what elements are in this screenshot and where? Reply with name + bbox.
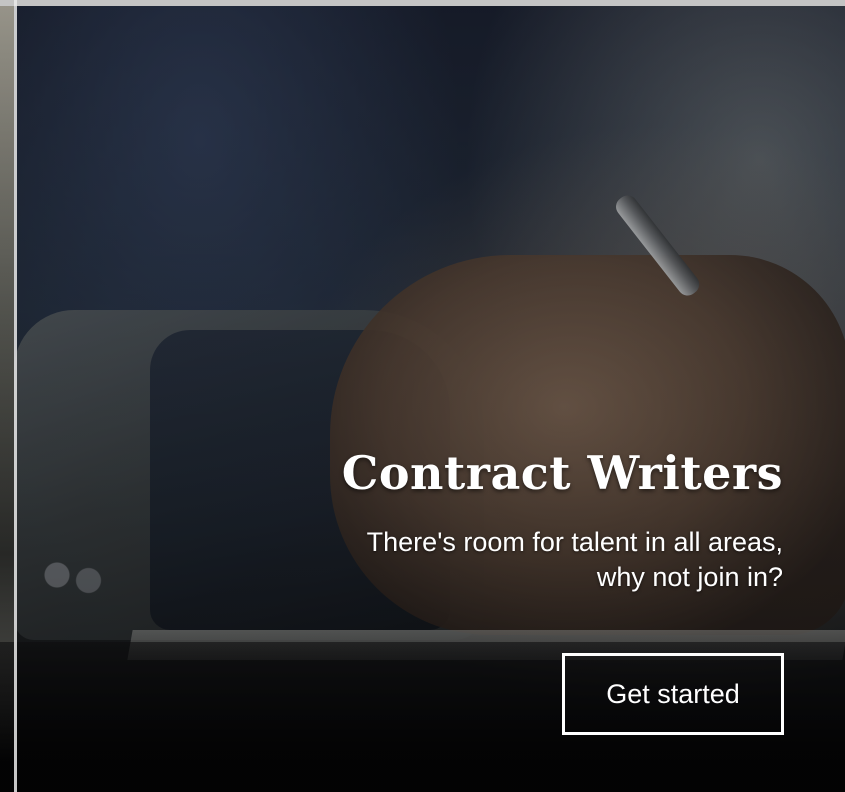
hero-content: Contract Writers There's room for talent… (223, 448, 783, 595)
get-started-button[interactable]: Get started (562, 653, 784, 735)
hero-title: Contract Writers (341, 446, 783, 500)
hero-subtitle-line-1: There's room for talent in all areas, (366, 526, 783, 557)
hero-banner: Contract Writers There's room for talent… (0, 0, 845, 792)
hero-subtitle: There's room for talent in all areas, wh… (223, 525, 783, 595)
hero-subtitle-line-2: why not join in? (596, 561, 783, 592)
